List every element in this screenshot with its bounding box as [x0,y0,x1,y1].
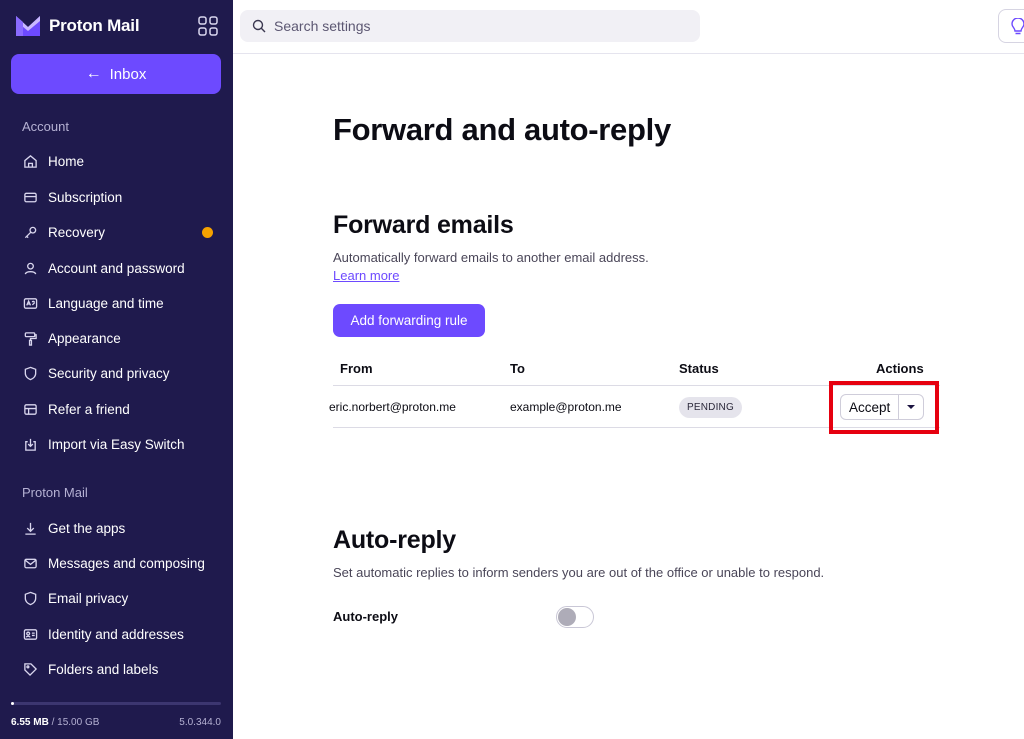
sidebar-item-label: Email privacy [48,590,129,606]
arrow-left-icon: ← [85,65,102,82]
column-header-actions: Actions [876,361,924,376]
page-title: Forward and auto-reply [333,112,671,147]
envelope-icon [22,555,38,571]
language-icon [22,295,38,311]
column-header-to: To [510,361,525,376]
search-bar[interactable] [240,10,700,42]
gift-icon [22,401,38,417]
section-title-account: Account [22,119,69,134]
sidebar-item-label: Messages and composing [48,555,205,571]
back-to-inbox-button[interactable]: ← Inbox [11,54,221,94]
search-icon [252,19,266,33]
storage-used: 6.55 MB [11,717,49,728]
sidebar-item-label: Account and password [48,260,185,276]
auto-reply-label: Auto-reply [333,609,398,624]
sidebar-item-language-and-time[interactable]: Language and time [12,288,222,318]
sidebar-item-identity-and-addresses[interactable]: Identity and addresses [12,619,222,649]
sidebar: Proton Mail ← Inbox Account Home Subscri… [0,0,233,739]
sidebar-item-email-privacy[interactable]: Email privacy [12,583,222,613]
inbox-label: Inbox [109,65,147,83]
storage-progress-fill [11,702,14,705]
app-version: 5.0.344.0 [179,717,221,728]
sidebar-item-recovery[interactable]: Recovery [12,217,222,247]
storage-usage: 6.55 MB / 15.00 GB [11,717,99,728]
auto-reply-heading: Auto-reply [333,526,457,554]
add-forwarding-rule-button[interactable]: Add forwarding rule [333,304,485,337]
forward-from-cell: eric.norbert@proton.me [329,400,456,414]
sidebar-item-subscription[interactable]: Subscription [12,182,222,212]
forward-to-cell: example@proton.me [510,400,622,414]
tag-icon [22,661,38,677]
brand-name: Proton Mail [49,16,140,35]
sidebar-item-label: Folders and labels [48,661,159,677]
sidebar-item-label: Refer a friend [48,401,130,417]
storage-progress-bar [11,702,221,705]
tips-button[interactable] [998,9,1024,43]
sidebar-item-account-and-password[interactable]: Account and password [12,253,222,283]
id-card-icon [22,626,38,642]
sidebar-item-label: Recovery [48,224,106,240]
sidebar-item-label: Get the apps [48,520,126,536]
shield-icon [22,365,38,381]
import-icon [22,436,38,452]
sidebar-item-import-via-easy-switch[interactable]: Import via Easy Switch [12,429,222,459]
column-header-from: From [340,361,373,376]
auto-reply-toggle[interactable] [556,606,594,628]
shield-icon [22,590,38,606]
home-icon [22,153,38,169]
sidebar-item-label: Security and privacy [48,365,170,381]
sidebar-item-label: Home [48,153,85,169]
key-icon [22,224,38,240]
sidebar-item-get-the-apps[interactable]: Get the apps [12,513,222,543]
column-header-status: Status [679,361,719,376]
sidebar-item-label: Subscription [48,189,123,205]
search-input[interactable] [274,18,674,34]
section-title-proton-mail: Proton Mail [22,485,88,500]
credit-card-icon [22,189,38,205]
sidebar-item-messages-and-composing[interactable]: Messages and composing [12,548,222,578]
sidebar-item-label: Appearance [48,330,121,346]
sidebar-item-refer-a-friend[interactable]: Refer a friend [12,394,222,424]
storage-separator: / [48,717,58,728]
topbar [233,0,1024,54]
apps-grid-icon[interactable] [196,14,220,38]
learn-more-link[interactable]: Learn more [333,268,399,283]
paint-roller-icon [22,330,38,346]
sidebar-item-security-and-privacy[interactable]: Security and privacy [12,358,222,388]
status-badge: PENDING [679,397,742,418]
lightbulb-icon [1011,18,1024,35]
attention-dot-icon [202,227,213,238]
auto-reply-description: Set automatic replies to inform senders … [333,565,825,580]
user-icon [22,260,38,276]
sidebar-item-home[interactable]: Home [12,146,222,176]
sidebar-item-folders-and-labels[interactable]: Folders and labels [12,654,222,684]
forward-emails-description: Automatically forward emails to another … [333,250,649,265]
highlight-box [829,381,939,434]
storage-total: 15.00 GB [57,717,100,728]
forward-emails-heading: Forward emails [333,211,514,239]
download-icon [22,520,38,536]
sidebar-item-label: Identity and addresses [48,626,184,642]
sidebar-item-label: Import via Easy Switch [48,436,185,452]
proton-mail-logo-icon [16,16,40,36]
sidebar-item-appearance[interactable]: Appearance [12,323,222,353]
toggle-knob [558,608,576,626]
sidebar-item-label: Language and time [48,295,164,311]
brand: Proton Mail [14,12,220,40]
